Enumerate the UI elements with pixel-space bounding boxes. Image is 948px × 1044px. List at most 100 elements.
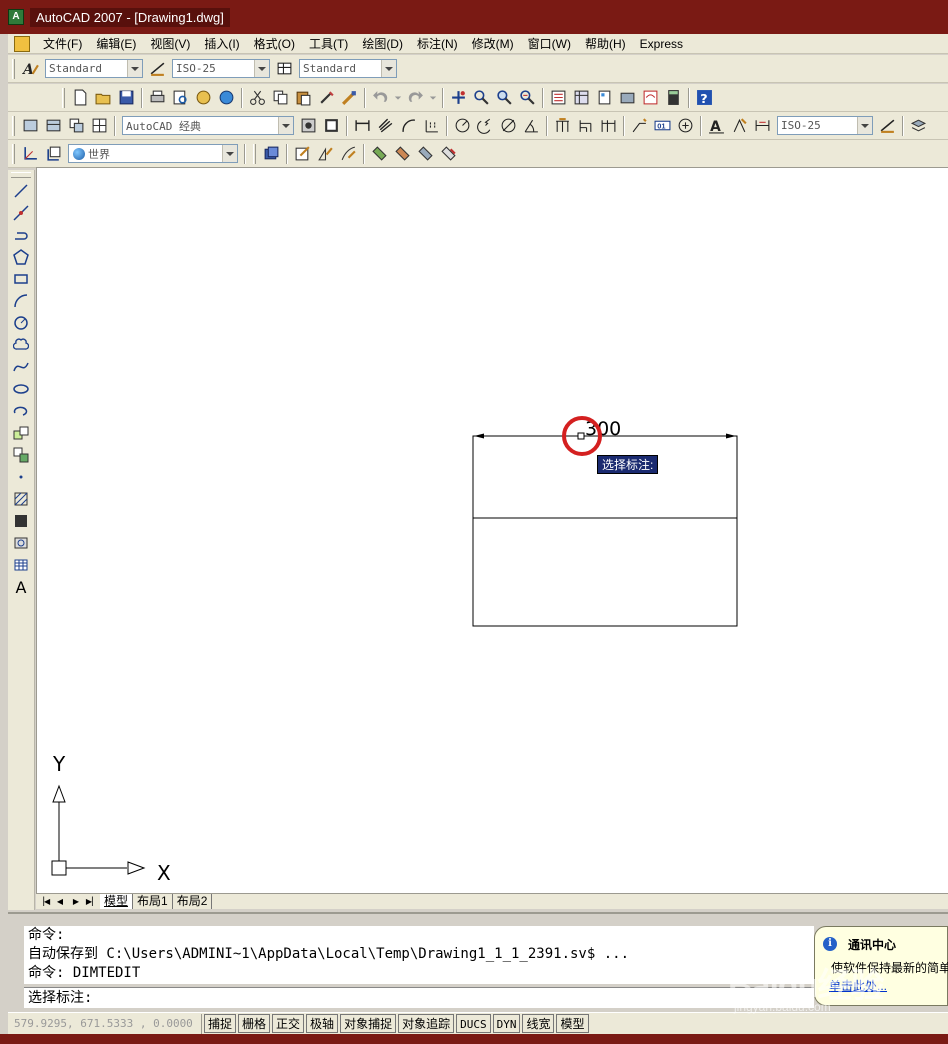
- zoom-previous-icon[interactable]: [517, 87, 538, 108]
- block-editor-icon[interactable]: [339, 87, 360, 108]
- chevron-down-icon[interactable]: [254, 60, 269, 77]
- menu-insert[interactable]: 插入(I): [197, 34, 246, 54]
- edit-attribute-icon[interactable]: [369, 143, 390, 164]
- tolerance-icon[interactable]: 01: [652, 115, 673, 136]
- menu-window[interactable]: 窗口(W): [521, 34, 578, 54]
- prev-tab-icon[interactable]: ◀: [52, 895, 68, 909]
- command-input[interactable]: 选择标注:: [24, 987, 814, 1008]
- toolbar-grip[interactable]: [253, 143, 256, 164]
- polar-toggle[interactable]: 极轴: [306, 1014, 339, 1033]
- multiline-text-icon[interactable]: A: [10, 576, 32, 598]
- last-tab-icon[interactable]: ▶▏: [84, 895, 100, 909]
- arc-icon[interactable]: [10, 290, 32, 312]
- chevron-down-icon[interactable]: [222, 145, 237, 162]
- help-icon[interactable]: ?: [694, 87, 715, 108]
- otrack-toggle[interactable]: 对象追踪: [398, 1014, 455, 1033]
- grid-toggle[interactable]: 栅格: [238, 1014, 271, 1033]
- toolbar-grip[interactable]: [62, 87, 65, 108]
- table-icon[interactable]: [10, 554, 32, 576]
- toolbar-grip[interactable]: [12, 143, 15, 164]
- sheet-set-icon[interactable]: [617, 87, 638, 108]
- menu-draw[interactable]: 绘图(D): [355, 34, 410, 54]
- quick-dimension-icon[interactable]: [552, 115, 573, 136]
- edit-hatch-icon[interactable]: [338, 143, 359, 164]
- angular-dimension-icon[interactable]: [521, 115, 542, 136]
- point-icon[interactable]: [10, 466, 32, 488]
- chevron-down-icon[interactable]: [278, 117, 293, 134]
- redo-dropdown-icon[interactable]: [428, 87, 438, 108]
- tab-layout2[interactable]: 布局2: [173, 894, 213, 909]
- save-icon[interactable]: [116, 87, 137, 108]
- layout-icon[interactable]: [20, 115, 41, 136]
- layout-2-icon[interactable]: [43, 115, 64, 136]
- ucs-named-icon[interactable]: [43, 143, 64, 164]
- first-tab-icon[interactable]: ▕◀: [36, 895, 52, 909]
- polyline-icon[interactable]: [10, 224, 32, 246]
- dim-style-select-2[interactable]: ISO-25: [777, 116, 873, 135]
- redo-icon[interactable]: [405, 87, 426, 108]
- ellipse-icon[interactable]: [10, 378, 32, 400]
- zoom-realtime-icon[interactable]: [471, 87, 492, 108]
- radius-dimension-icon[interactable]: [452, 115, 473, 136]
- ucs-icon[interactable]: [20, 143, 41, 164]
- menu-modify[interactable]: 修改(M): [465, 34, 521, 54]
- undo-dropdown-icon[interactable]: [393, 87, 403, 108]
- menu-dimension[interactable]: 标注(N): [410, 34, 465, 54]
- menu-file[interactable]: 文件(F): [36, 34, 89, 54]
- edit-polyline-icon[interactable]: [292, 143, 313, 164]
- document-icon[interactable]: [14, 35, 30, 52]
- dim-style-select[interactable]: ISO-25: [172, 59, 270, 78]
- model-toggle[interactable]: 模型: [556, 1014, 589, 1033]
- jogged-dimension-icon[interactable]: [475, 115, 496, 136]
- pan-icon[interactable]: [448, 87, 469, 108]
- workspace-select[interactable]: AutoCAD 经典: [122, 116, 294, 135]
- ordinate-dimension-icon[interactable]: [421, 115, 442, 136]
- workspace-settings-icon[interactable]: [298, 115, 319, 136]
- toolbar-grip[interactable]: [12, 58, 15, 79]
- paste-icon[interactable]: [293, 87, 314, 108]
- attribute-manager-icon[interactable]: [415, 143, 436, 164]
- open-file-icon[interactable]: [93, 87, 114, 108]
- properties-icon[interactable]: [548, 87, 569, 108]
- hatch-icon[interactable]: [10, 488, 32, 510]
- 3d-dwf-icon[interactable]: [216, 87, 237, 108]
- aligned-dimension-icon[interactable]: [375, 115, 396, 136]
- spline-icon[interactable]: [10, 356, 32, 378]
- center-mark-icon[interactable]: [675, 115, 696, 136]
- menu-format[interactable]: 格式(O): [247, 34, 302, 54]
- markup-icon[interactable]: [640, 87, 661, 108]
- menu-tools[interactable]: 工具(T): [302, 34, 355, 54]
- menu-view[interactable]: 视图(V): [143, 34, 197, 54]
- tab-model[interactable]: 模型: [100, 894, 134, 909]
- text-style-select[interactable]: Standard: [45, 59, 143, 78]
- baseline-dimension-icon[interactable]: [575, 115, 596, 136]
- viewport-multi-icon[interactable]: [89, 115, 110, 136]
- undo-icon[interactable]: [370, 87, 391, 108]
- copy-icon[interactable]: [270, 87, 291, 108]
- new-file-icon[interactable]: [70, 87, 91, 108]
- quick-leader-icon[interactable]: [629, 115, 650, 136]
- publish-icon[interactable]: [193, 87, 214, 108]
- cut-icon[interactable]: [247, 87, 268, 108]
- chevron-down-icon[interactable]: [127, 60, 142, 77]
- viewport-icon[interactable]: [66, 115, 87, 136]
- match-properties-icon[interactable]: [316, 87, 337, 108]
- dimension-style-icon[interactable]: [877, 115, 898, 136]
- calculator-icon[interactable]: [663, 87, 684, 108]
- next-tab-icon[interactable]: ▶: [68, 895, 84, 909]
- revision-cloud-icon[interactable]: [10, 334, 32, 356]
- design-center-icon[interactable]: [571, 87, 592, 108]
- snap-toggle[interactable]: 捕捉: [204, 1014, 237, 1033]
- print-icon[interactable]: [147, 87, 168, 108]
- edit-spline-icon[interactable]: [315, 143, 336, 164]
- block-attribute-icon[interactable]: [392, 143, 413, 164]
- drawing-canvas[interactable]: 300 Y X 选择标注:: [36, 167, 948, 893]
- dim-style-icon[interactable]: [147, 58, 168, 79]
- ortho-toggle[interactable]: 正交: [272, 1014, 305, 1033]
- continue-dimension-icon[interactable]: [598, 115, 619, 136]
- chevron-down-icon[interactable]: [381, 60, 396, 77]
- rectangle-icon[interactable]: [10, 268, 32, 290]
- osnap-toggle[interactable]: 对象捕捉: [340, 1014, 397, 1033]
- lineweight-toggle[interactable]: 线宽: [522, 1014, 555, 1033]
- layers-icon[interactable]: [908, 115, 929, 136]
